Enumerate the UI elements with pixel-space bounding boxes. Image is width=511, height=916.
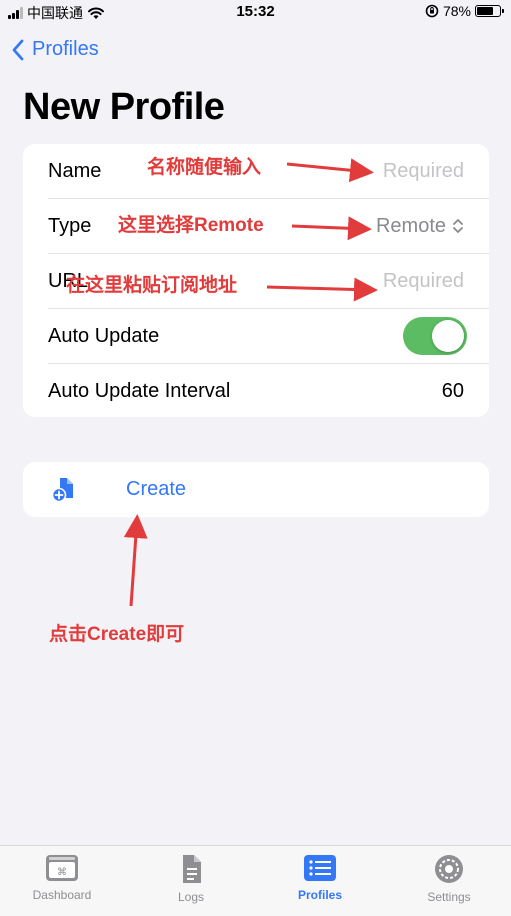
tab-label: Settings xyxy=(427,890,471,904)
auto-update-interval-row[interactable]: Auto Update Interval 60 xyxy=(23,364,489,417)
tab-settings[interactable]: Settings xyxy=(389,854,509,904)
tab-profiles[interactable]: Profiles xyxy=(260,854,380,902)
url-input[interactable]: Required xyxy=(383,270,464,293)
tab-label: Logs xyxy=(177,890,205,904)
status-bar: 中国联通 15:32 78% xyxy=(0,0,511,26)
status-right: 78% xyxy=(425,3,504,19)
arrow-create xyxy=(123,514,148,607)
doc-plus-icon xyxy=(52,478,73,503)
chevron-up-down-icon xyxy=(453,219,463,233)
annotation-arrows xyxy=(123,158,378,607)
dashboard-icon: ⌘ xyxy=(46,855,78,881)
profiles-icon xyxy=(304,855,336,881)
type-label: Type xyxy=(48,214,92,237)
auto-update-toggle[interactable] xyxy=(403,317,467,355)
name-label: Name xyxy=(48,159,102,182)
auto-update-row: Auto Update xyxy=(23,309,489,363)
tab-bar: ⌘ Dashboard Logs Profiles Settings xyxy=(0,845,511,916)
settings-icon xyxy=(435,855,463,883)
orientation-lock-icon xyxy=(425,4,439,18)
battery-percent: 78% xyxy=(442,3,471,19)
toggle-knob xyxy=(432,320,464,352)
tab-dashboard[interactable]: ⌘ Dashboard xyxy=(2,854,122,902)
name-input[interactable]: Required xyxy=(383,160,464,183)
tab-label: Dashboard xyxy=(32,888,92,902)
page-title: New Profile xyxy=(23,86,225,128)
logs-icon xyxy=(183,855,201,883)
type-select[interactable]: Remote xyxy=(376,215,464,238)
annotation-create-hint: 点击Create即可 xyxy=(49,624,185,645)
annotation-name-hint: 名称随便输入 xyxy=(147,157,262,178)
auto-update-interval-value[interactable]: 60 xyxy=(442,380,464,403)
annotation-type-hint: 这里选择Remote xyxy=(118,215,264,236)
svg-text:⌘: ⌘ xyxy=(57,867,67,878)
create-label: Create xyxy=(126,478,187,500)
battery-icon xyxy=(475,5,504,17)
auto-update-label: Auto Update xyxy=(48,324,160,347)
create-button[interactable]: Create xyxy=(23,462,489,517)
auto-update-interval-label: Auto Update Interval xyxy=(48,379,231,402)
back-label: Profiles xyxy=(32,38,99,60)
chevron-left-icon xyxy=(12,39,24,60)
tab-logs[interactable]: Logs xyxy=(131,854,251,904)
annotation-url-hint: 在这里粘贴订阅地址 xyxy=(66,275,238,296)
type-value: Remote xyxy=(375,214,446,237)
tab-label: Profiles xyxy=(297,888,342,902)
back-button[interactable]: Profiles xyxy=(12,38,99,61)
